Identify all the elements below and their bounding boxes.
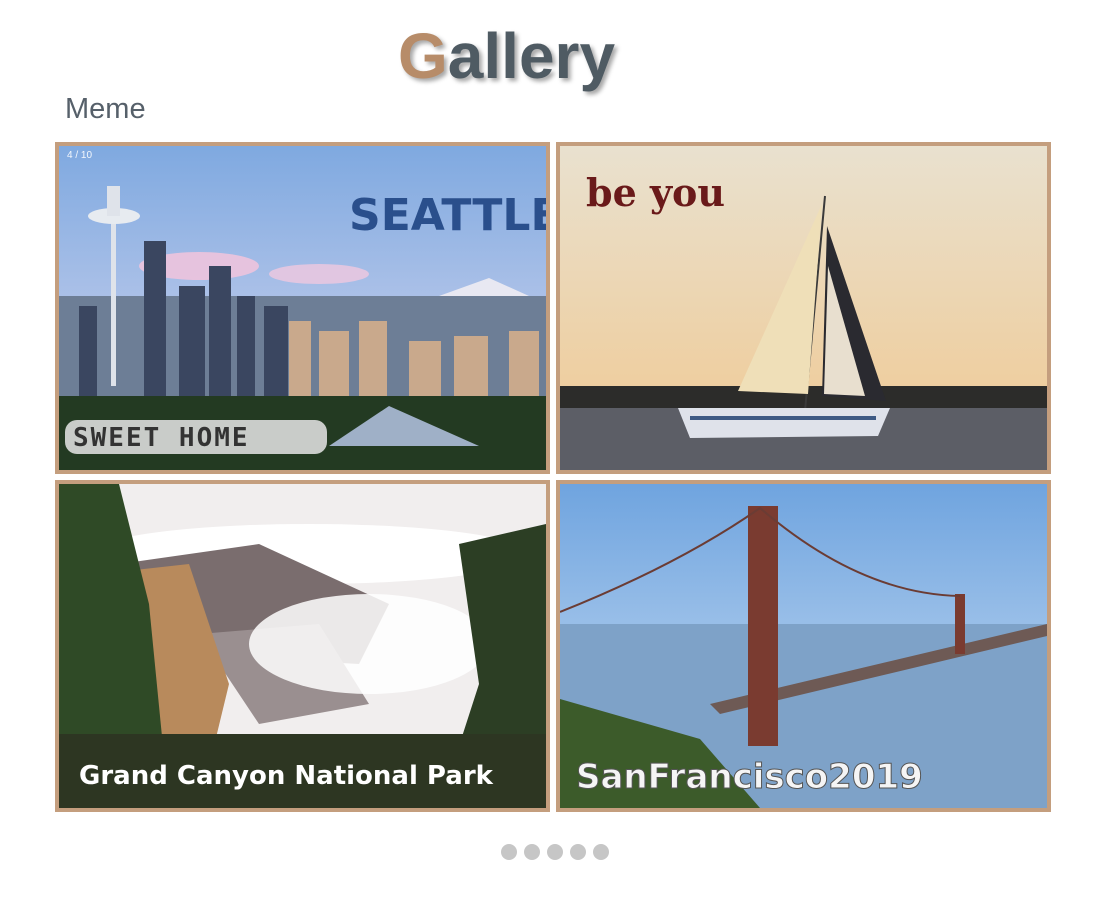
slide-counter: 4 / 10 (67, 150, 93, 161)
gallery-tile-grand-canyon[interactable]: Grand Canyon National Park (55, 480, 550, 812)
grand-canyon-photo: Grand Canyon National Park (59, 484, 546, 808)
san-francisco-caption: SanFrancisco2019 (576, 757, 923, 797)
gallery-tile-san-francisco[interactable]: SanFrancisco2019 (556, 480, 1051, 812)
gallery-page: Gallery Meme SEATTLE SWEET HOME 4 / 10 b… (0, 0, 1109, 904)
title-accent-letter: G (398, 20, 448, 92)
be-you-caption: be you (586, 170, 725, 215)
grand-canyon-caption: Grand Canyon National Park (79, 761, 494, 791)
pagination-dot-1[interactable] (501, 844, 517, 860)
pagination-dot-2[interactable] (524, 844, 540, 860)
gallery-tile-sailboat[interactable]: be you (556, 142, 1051, 474)
sailboat-photo: be you (560, 146, 1047, 470)
gallery-subtitle: Meme (65, 93, 146, 125)
pagination-dot-5[interactable] (593, 844, 609, 860)
page-title: Gallery (398, 18, 615, 94)
sweet-home-caption: SWEET HOME (73, 423, 250, 453)
seattle-caption: SEATTLE (349, 190, 546, 241)
seattle-photo: SEATTLE SWEET HOME (59, 146, 546, 470)
san-francisco-photo: SanFrancisco2019 (560, 484, 1047, 808)
pagination-dot-3[interactable] (547, 844, 563, 860)
pagination-dot-4[interactable] (570, 844, 586, 860)
title-rest: allery (447, 20, 616, 92)
gallery-tile-seattle[interactable]: SEATTLE SWEET HOME 4 / 10 (55, 142, 550, 474)
pagination-dots (501, 844, 609, 860)
